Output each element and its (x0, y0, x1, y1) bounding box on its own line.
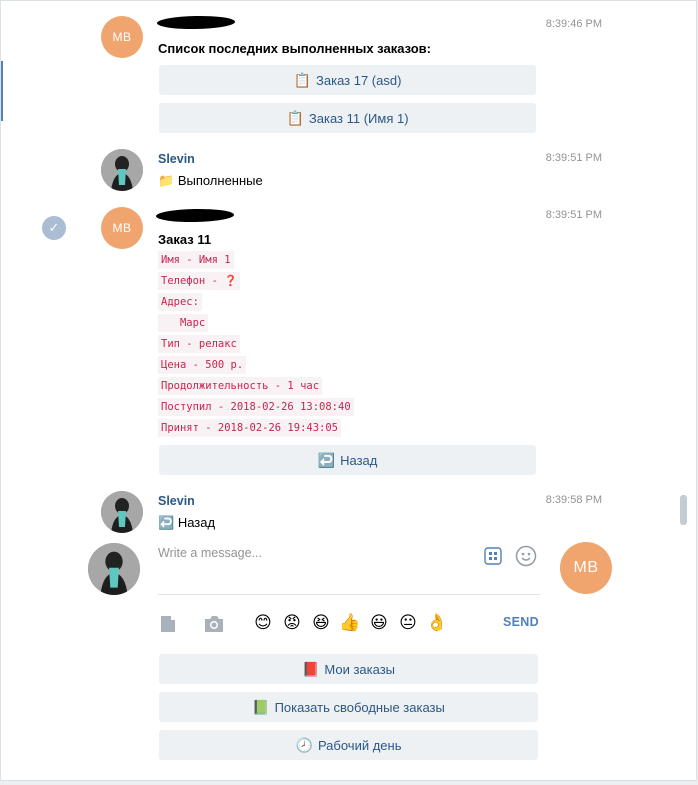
emoji-ok-hand-icon[interactable]: 👌 (426, 612, 448, 634)
redacted-author (156, 15, 236, 30)
bot-avatar[interactable]: MB (101, 16, 143, 58)
order-detail-line: Марс (158, 314, 209, 332)
composer-divider (158, 594, 540, 595)
clipboard-icon: 📋 (286, 109, 304, 126)
send-button[interactable]: SEND (503, 615, 539, 629)
work-day-button[interactable]: 🕗 Рабочий день (159, 730, 538, 760)
order-detail-line: Цена - 500 р. (158, 356, 247, 374)
message-text: Список последних выполненных заказов: (158, 41, 431, 56)
redacted-author (155, 208, 235, 223)
bot-avatar[interactable]: MB (101, 207, 143, 249)
green-book-icon: 📗 (252, 698, 270, 715)
button-label: Заказ 11 (Имя 1) (308, 110, 409, 126)
order-detail-line: Имя - Имя 1 (158, 251, 234, 269)
my-avatar[interactable] (88, 543, 140, 595)
message-body: Назад (177, 515, 216, 530)
order-title: Заказ 11 (158, 232, 212, 247)
recipient-avatar[interactable]: MB (560, 542, 612, 594)
order-detail-line: Принят - 2018-02-26 19:43:05 (158, 419, 342, 437)
scrollbar-thumb[interactable] (680, 495, 687, 525)
order-11-button[interactable]: 📋 Заказ 11 (Имя 1) (159, 103, 536, 133)
back-button[interactable]: ↩️ Назад (159, 445, 536, 475)
document-attach-icon[interactable] (158, 614, 178, 634)
button-label: Заказ 17 (asd) (316, 72, 402, 88)
message-body: Выполненные (177, 173, 263, 188)
button-label: Рабочий день (317, 737, 402, 753)
message-text: 📁 Выполненные (158, 173, 263, 189)
message-text: ↩️ Назад (158, 515, 215, 531)
bot-keyboard-icon[interactable] (483, 546, 503, 566)
emoji-smile-icon[interactable]: 😊 (252, 612, 274, 634)
camera-icon[interactable] (203, 614, 225, 634)
folder-icon: 📁 (158, 173, 175, 188)
message-time: 8:39:46 PM (545, 18, 602, 30)
author-name[interactable]: Slevin (158, 494, 195, 508)
clock-icon: 🕗 (295, 736, 313, 753)
button-label: Назад (340, 452, 378, 468)
message-input[interactable] (158, 542, 468, 564)
emoji-neutral-icon[interactable]: 😐 (397, 612, 419, 634)
message-time: 8:39:51 PM (545, 152, 602, 164)
order-detail-line: Продолжительность - 1 час (158, 377, 323, 395)
red-book-icon: 📕 (301, 660, 320, 677)
return-arrow-icon: ↩️ (317, 451, 336, 468)
message-time: 8:39:58 PM (545, 494, 602, 506)
author-name[interactable]: Slevin (158, 152, 195, 166)
order-detail-line: Телефон - ❓ (158, 272, 241, 290)
order-detail-line: Адрес: (158, 293, 202, 311)
emoji-grin-icon[interactable]: 😃 (368, 612, 390, 634)
clipboard-icon: 📋 (293, 71, 312, 88)
smile-icon[interactable] (514, 544, 538, 568)
avatar-initials: MB (112, 221, 132, 235)
avatar-initials: MB (573, 559, 599, 576)
message-time: 8:39:51 PM (545, 209, 602, 221)
return-arrow-icon: ↩️ (158, 515, 175, 530)
button-label: Показать свободные заказы (274, 699, 445, 715)
free-orders-button[interactable]: 📗 Показать свободные заказы (159, 692, 538, 722)
emoji-thumbs-up-icon[interactable]: 👍 (339, 612, 361, 634)
emoji-laugh-icon[interactable]: 😆 (310, 612, 332, 634)
slevin-avatar[interactable] (101, 491, 143, 533)
slevin-avatar[interactable] (101, 149, 143, 191)
left-accent-bar (1, 61, 3, 121)
button-label: Мои заказы (324, 661, 396, 677)
chat-panel: MB 8:39:46 PM Список последних выполненн… (0, 0, 697, 781)
order-17-button[interactable]: 📋 Заказ 17 (asd) (159, 65, 536, 95)
avatar-initials: MB (112, 30, 132, 44)
my-orders-button[interactable]: 📕 Мои заказы (159, 654, 538, 684)
order-detail-line: Поступил - 2018-02-26 13:08:40 (158, 398, 354, 416)
selected-check-icon[interactable]: ✓ (42, 216, 66, 240)
order-detail-line: Тип - релакс (158, 335, 240, 353)
emoji-angry-icon[interactable]: 😡 (281, 612, 303, 634)
